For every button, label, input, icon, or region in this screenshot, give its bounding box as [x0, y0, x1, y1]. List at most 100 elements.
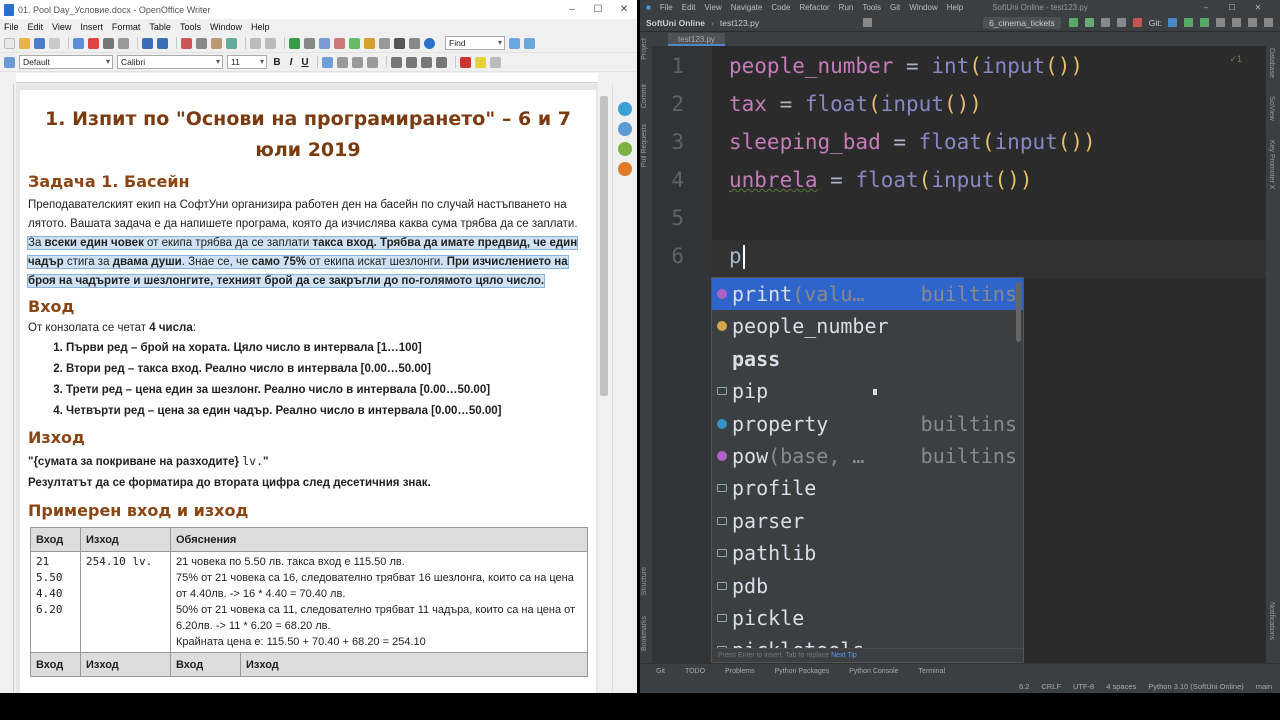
menu-file[interactable]: File [4, 22, 19, 32]
zoom-icon[interactable] [409, 37, 420, 49]
menu-view[interactable]: View [52, 22, 71, 32]
popup-scrollbar[interactable] [1016, 282, 1021, 342]
tool-key-promoter[interactable]: Key Promoter X [1268, 140, 1275, 189]
find-up-icon[interactable] [524, 37, 535, 49]
format-paintbrush-icon[interactable] [226, 37, 237, 49]
coverage-icon[interactable] [1100, 18, 1110, 27]
menu-insert[interactable]: Insert [80, 22, 103, 32]
menu-navigate[interactable]: Navigate [731, 3, 763, 12]
next-tip-link[interactable]: Next Tip [831, 652, 857, 659]
numbering-icon[interactable] [391, 56, 402, 68]
underline-button[interactable]: U [299, 57, 311, 68]
image-icon[interactable] [319, 37, 330, 49]
line-number-gutter[interactable]: 1 2 3 4 5 6 [652, 46, 712, 663]
tool-git[interactable]: Git [656, 668, 665, 675]
align-left-icon[interactable] [322, 56, 333, 68]
minimize-icon[interactable]: – [1193, 3, 1219, 12]
status-encoding[interactable]: UTF-8 [1073, 682, 1094, 691]
menu-view[interactable]: View [705, 3, 722, 12]
font-name-select[interactable]: Calibri [117, 55, 223, 69]
align-center-icon[interactable] [337, 56, 348, 68]
spellcheck-icon[interactable] [142, 37, 153, 49]
align-right-icon[interactable] [352, 56, 363, 68]
inspection-status-icon[interactable]: ✓1 [1229, 54, 1242, 65]
debug-icon[interactable] [1084, 18, 1094, 27]
bold-button[interactable]: B [271, 57, 283, 68]
more-run-icon[interactable] [1116, 18, 1126, 27]
tool-notifications[interactable]: Notifications [1268, 602, 1275, 640]
code-completion-popup[interactable]: pickletoolspicklepdbpathlibparserprofile… [711, 277, 1024, 663]
completion-item-pip[interactable]: pip [712, 375, 1023, 407]
settings-icon[interactable] [1263, 18, 1273, 27]
redo-icon[interactable] [265, 37, 276, 49]
completion-item-pass[interactable]: pass [712, 343, 1023, 375]
document-page[interactable]: 1. Изпит по "Основи на програмирането" –… [20, 90, 596, 693]
menu-format[interactable]: Format [112, 22, 141, 32]
email-icon[interactable] [49, 37, 60, 49]
status-indent[interactable]: 4 spaces [1106, 682, 1136, 691]
pdf-export-icon[interactable] [88, 37, 99, 49]
menu-table[interactable]: Table [149, 22, 171, 32]
gallery-icon[interactable] [379, 37, 390, 49]
user-icon[interactable] [863, 18, 873, 27]
selected-paragraph[interactable]: За всеки един човек от екипа трябва да с… [26, 234, 588, 291]
completion-item-pathlib[interactable]: pathlib [712, 537, 1023, 569]
tool-commit[interactable]: Commit [641, 84, 648, 108]
font-color-icon[interactable] [460, 56, 471, 68]
run-icon[interactable] [1068, 18, 1078, 27]
document-scrollbar[interactable] [598, 84, 610, 693]
close-icon[interactable]: ✕ [1245, 3, 1271, 12]
undo-icon[interactable] [250, 37, 261, 49]
menu-tools[interactable]: Tools [862, 3, 881, 12]
completion-item-people_number[interactable]: people_number [712, 310, 1023, 342]
status-branch[interactable]: main [1256, 682, 1272, 691]
document-area[interactable]: 1. Изпит по "Основи на програмирането" –… [16, 84, 598, 693]
completion-item-pickle[interactable]: pickle [712, 602, 1023, 634]
status-caret-position[interactable]: 6:2 [1019, 682, 1029, 691]
copy-icon[interactable] [196, 37, 207, 49]
completion-item-profile[interactable]: profile [712, 472, 1023, 504]
breadcrumb-project[interactable]: SoftUni Online [646, 18, 705, 28]
git-history-icon[interactable] [1215, 18, 1225, 27]
tab-test123[interactable]: test123.py [668, 33, 725, 46]
completion-item-pdb[interactable]: pdb [712, 570, 1023, 602]
git-push-icon[interactable] [1199, 18, 1209, 27]
tool-python-console[interactable]: Python Console [849, 668, 898, 675]
completion-item-print[interactable]: print (valu… builtins [712, 278, 1023, 310]
gallery-panel-icon[interactable] [618, 142, 632, 156]
tool-project[interactable]: Project [641, 38, 648, 60]
git-rollback-icon[interactable] [1231, 18, 1241, 27]
menu-edit[interactable]: Edit [682, 3, 696, 12]
decrease-indent-icon[interactable] [421, 56, 432, 68]
maximize-icon[interactable]: ☐ [1219, 3, 1245, 12]
cut-icon[interactable] [181, 37, 192, 49]
completion-item-property[interactable]: property builtins [712, 408, 1023, 440]
styles-icon[interactable] [4, 56, 15, 68]
menu-window[interactable]: Window [210, 22, 242, 32]
menu-help[interactable]: Help [251, 22, 270, 32]
draw-icon[interactable] [349, 37, 360, 49]
justify-icon[interactable] [367, 56, 378, 68]
tool-pull-requests[interactable]: Pull Requests [641, 124, 648, 167]
completion-item-parser[interactable]: parser [712, 505, 1023, 537]
completion-item-pow[interactable]: pow (base, … builtins [712, 440, 1023, 472]
italic-button[interactable]: I [285, 57, 297, 68]
styles-panel-icon[interactable] [618, 122, 632, 136]
menu-run[interactable]: Run [839, 3, 854, 12]
vertical-ruler[interactable] [0, 84, 14, 693]
menu-code[interactable]: Code [771, 3, 790, 12]
help-icon[interactable] [424, 37, 435, 49]
chart-icon[interactable] [334, 37, 345, 49]
paragraph-style-select[interactable]: Default [19, 55, 113, 69]
git-update-icon[interactable] [1167, 18, 1177, 27]
tool-terminal[interactable]: Terminal [919, 668, 945, 675]
save-icon[interactable] [34, 37, 45, 49]
find-down-icon[interactable] [509, 37, 520, 49]
print-preview-icon[interactable] [118, 37, 129, 49]
tool-bookmarks[interactable]: Bookmarks [641, 616, 648, 651]
background-color-icon[interactable] [490, 56, 501, 68]
maximize-icon[interactable]: ☐ [585, 4, 611, 15]
tool-todo[interactable]: TODO [685, 668, 705, 675]
menu-tools[interactable]: Tools [180, 22, 201, 32]
git-commit-icon[interactable] [1183, 18, 1193, 27]
